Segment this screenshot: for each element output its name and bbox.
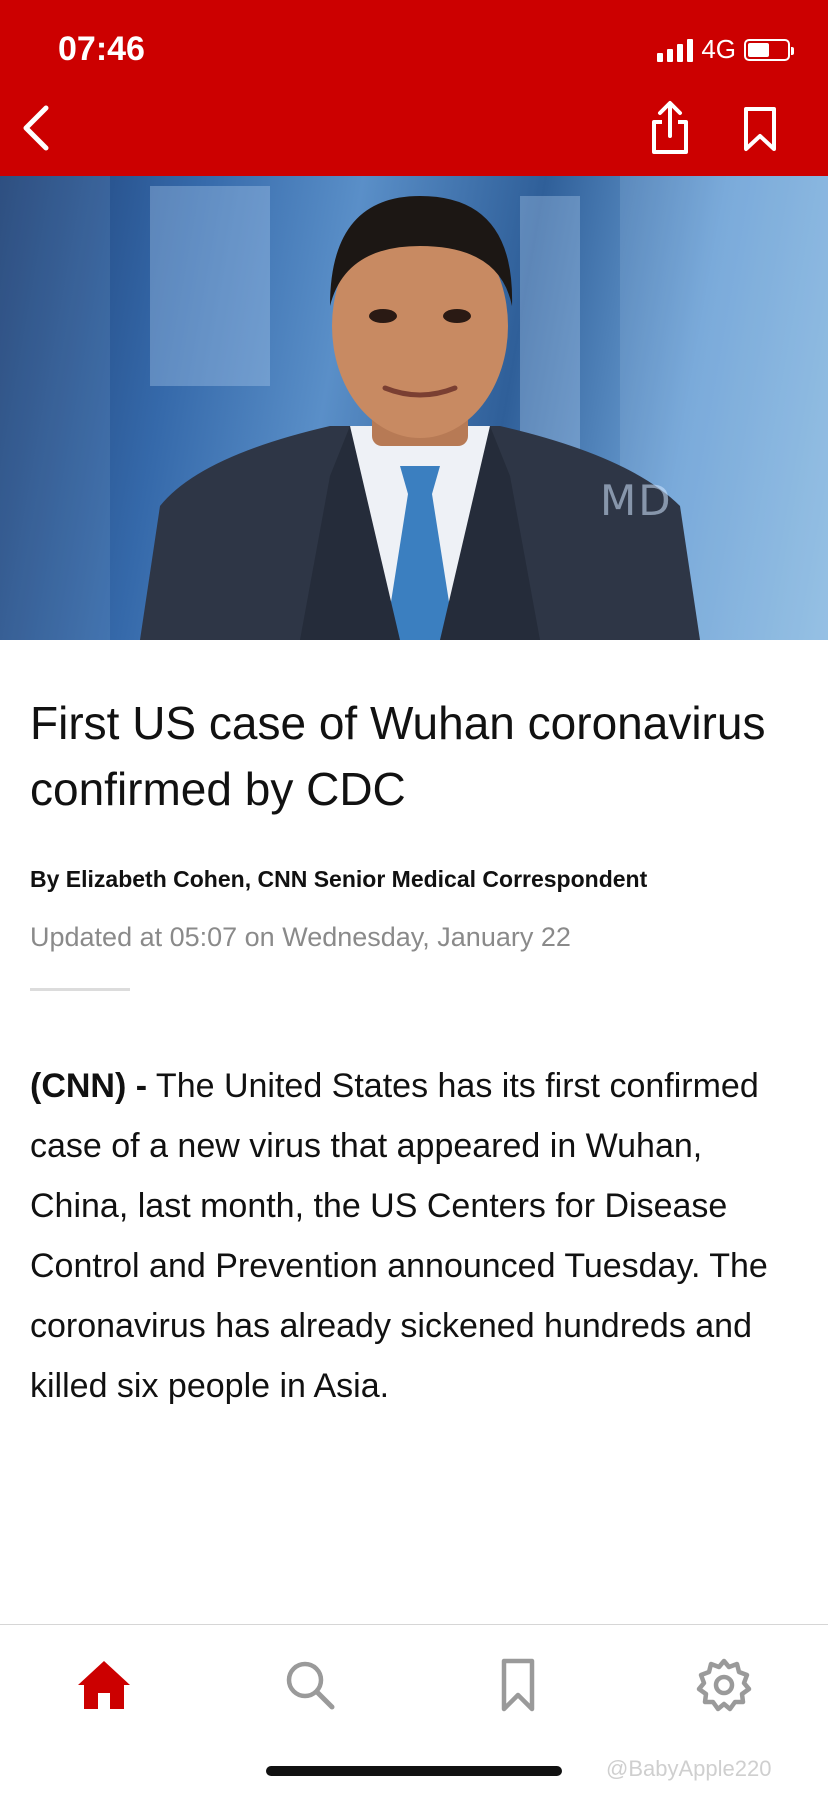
source-tag: (CNN) - <box>30 1067 148 1105</box>
brand-overlay-text: MD <box>600 476 673 525</box>
signal-icon <box>657 38 694 62</box>
bookmark-button[interactable] <box>740 106 780 152</box>
hero-image: MD <box>0 176 828 640</box>
tab-saved[interactable] <box>488 1655 548 1715</box>
anchor-photo <box>140 196 700 640</box>
article-body: (CNN) - The United States has its first … <box>30 1056 806 1416</box>
status-indicators: 4G <box>657 34 794 65</box>
article-title: First US case of Wuhan coronavirus confi… <box>30 697 766 815</box>
bookmark-icon <box>501 1658 535 1712</box>
article-body-text: The United States has its first confirme… <box>30 1067 768 1405</box>
home-indicator <box>266 1766 562 1776</box>
bookmark-icon <box>744 107 776 151</box>
article-updated-time: Updated at 05:07 on Wednesday, January 2… <box>30 922 571 952</box>
divider <box>30 988 130 991</box>
tab-settings[interactable] <box>694 1655 754 1715</box>
share-icon <box>652 101 688 154</box>
top-app-bar: 07:46 4G <box>0 0 828 176</box>
chevron-left-icon <box>23 105 49 151</box>
watermark: @BabyApple220 <box>606 1756 772 1781</box>
status-time: 07:46 <box>58 30 145 68</box>
article-byline: By Elizabeth Cohen, CNN Senior Medical C… <box>30 866 648 892</box>
share-button[interactable] <box>646 100 694 156</box>
battery-level <box>748 42 769 57</box>
tab-home[interactable] <box>74 1655 134 1715</box>
home-icon <box>78 1661 130 1709</box>
search-icon <box>286 1661 335 1710</box>
gear-icon <box>696 1658 752 1712</box>
back-button[interactable] <box>16 102 60 154</box>
network-type: 4G <box>701 34 736 64</box>
tab-search[interactable] <box>280 1655 340 1715</box>
battery-icon <box>744 38 794 61</box>
